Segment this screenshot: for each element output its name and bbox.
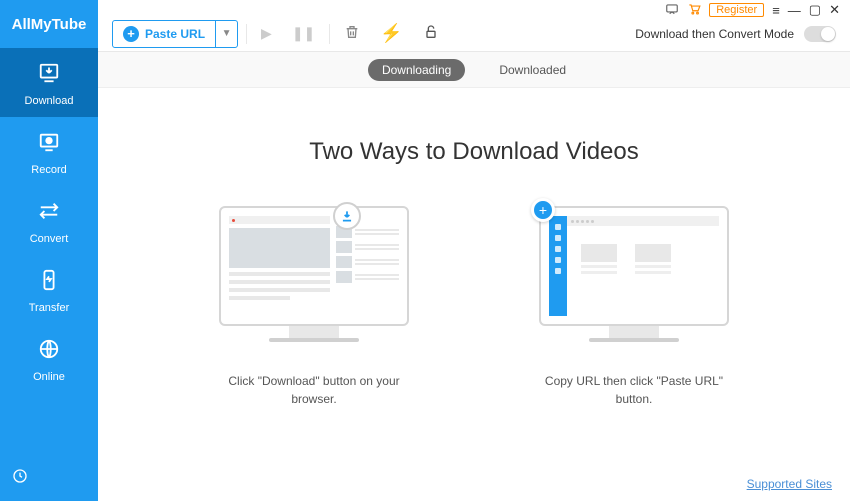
main-area: Register ≡ — ▢ ✕ + Paste URL ▼ ▶ ❚❚ ⚡ Do… <box>98 0 850 501</box>
method-browser: Click "Download" button on your browser. <box>214 206 414 408</box>
brand-title: AllMyTube <box>0 0 98 48</box>
convert-icon <box>38 200 60 227</box>
register-button[interactable]: Register <box>709 3 764 17</box>
sidebar-item-label: Download <box>25 95 74 107</box>
plus-icon: + <box>123 26 139 42</box>
sidebar-item-online[interactable]: Online <box>0 324 98 393</box>
delete-button[interactable] <box>338 20 366 47</box>
tab-downloading[interactable]: Downloading <box>368 59 465 81</box>
paste-url-label: Paste URL <box>145 27 205 41</box>
monitor-illustration <box>219 206 409 326</box>
sidebar: AllMyTube Download Record Convert Transf… <box>0 0 98 501</box>
supported-sites-link[interactable]: Supported Sites <box>747 477 832 491</box>
titlebar: Register ≡ — ▢ ✕ <box>98 0 850 16</box>
monitor-illustration: + <box>539 206 729 326</box>
divider <box>329 24 330 44</box>
turbo-button[interactable]: ⚡ <box>374 19 408 48</box>
tab-downloaded[interactable]: Downloaded <box>485 59 580 81</box>
convert-mode-toggle[interactable] <box>804 26 836 42</box>
paste-url-button[interactable]: + Paste URL <box>113 21 215 47</box>
paste-url-group: + Paste URL ▼ <box>112 20 238 48</box>
method-caption: Click "Download" button on your browser. <box>214 372 414 408</box>
convert-mode-label: Download then Convert Mode <box>635 27 794 41</box>
toolbar: + Paste URL ▼ ▶ ❚❚ ⚡ Download then Conve… <box>98 16 850 52</box>
download-badge-icon <box>333 202 361 230</box>
pause-button[interactable]: ❚❚ <box>286 21 321 46</box>
headline: Two Ways to Download Videos <box>309 138 639 166</box>
sidebar-item-label: Convert <box>30 233 69 245</box>
unlock-button[interactable] <box>417 20 445 47</box>
plus-badge-icon: + <box>531 198 555 222</box>
methods-row: Click "Download" button on your browser. <box>214 206 734 408</box>
divider <box>246 24 247 44</box>
online-icon <box>38 338 60 365</box>
tabbar: Downloading Downloaded <box>98 52 850 88</box>
sidebar-item-convert[interactable]: Convert <box>0 186 98 255</box>
method-paste-url: + Copy URL then click "Paste URL" button… <box>534 206 734 408</box>
sidebar-item-download[interactable]: Download <box>0 48 98 117</box>
toolbar-right: Download then Convert Mode <box>635 26 836 42</box>
sidebar-item-label: Record <box>31 164 66 176</box>
sidebar-item-transfer[interactable]: Transfer <box>0 255 98 324</box>
content-area: Two Ways to Download Videos <box>98 88 850 501</box>
paste-url-dropdown[interactable]: ▼ <box>215 21 237 47</box>
transfer-icon <box>38 269 60 296</box>
sidebar-item-label: Online <box>33 371 65 383</box>
sidebar-bottom <box>0 456 98 501</box>
clock-icon[interactable] <box>12 468 28 489</box>
record-icon <box>38 131 60 158</box>
play-button[interactable]: ▶ <box>255 21 278 46</box>
download-icon <box>38 62 60 89</box>
sidebar-item-record[interactable]: Record <box>0 117 98 186</box>
method-caption: Copy URL then click "Paste URL" button. <box>534 372 734 408</box>
sidebar-item-label: Transfer <box>29 302 70 314</box>
